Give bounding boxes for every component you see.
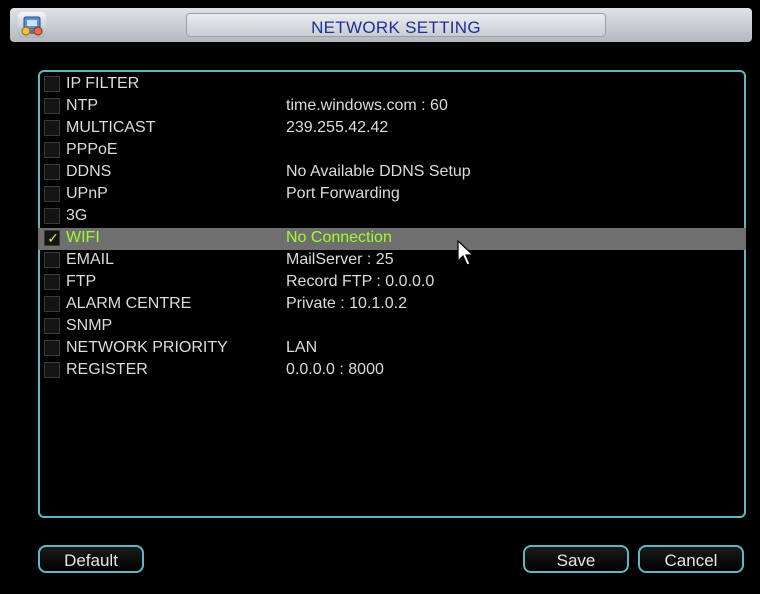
setting-name: NTP xyxy=(66,97,98,114)
setting-name: EMAIL xyxy=(66,251,115,268)
setting-checkbox[interactable] xyxy=(44,142,60,158)
setting-row[interactable]: NTP time.windows.com : 60 xyxy=(40,96,744,118)
title-bar: NETWORK SETTING xyxy=(10,8,752,42)
setting-checkbox[interactable] xyxy=(44,362,60,378)
setting-value: LAN xyxy=(286,339,318,356)
setting-name: MULTICAST xyxy=(66,119,156,136)
setting-row[interactable]: MULTICAST 239.255.42.42 xyxy=(40,118,744,140)
setting-row[interactable]: IP FILTER xyxy=(40,74,744,96)
setting-name: NETWORK PRIORITY xyxy=(66,339,228,356)
setting-value: Port Forwarding xyxy=(286,185,400,202)
settings-panel: IP FILTER NTP time.windows.com : 60 MULTICA… xyxy=(38,70,746,518)
checkmark-icon: ✓ xyxy=(47,230,59,246)
setting-row[interactable]: PPPoE xyxy=(40,140,744,162)
setting-value: 239.255.42.42 xyxy=(286,119,389,136)
setting-row[interactable]: FTP Record FTP : 0.0.0.0 xyxy=(40,272,744,294)
setting-value: Record FTP : 0.0.0.0 xyxy=(286,273,435,290)
title-plate: NETWORK SETTING xyxy=(186,13,606,37)
setting-row[interactable]: REGISTER 0.0.0.0 : 8000 xyxy=(40,360,744,382)
setting-name: PPPoE xyxy=(66,141,118,158)
setting-checkbox[interactable]: ✓ xyxy=(44,230,60,246)
setting-name: REGISTER xyxy=(66,361,148,378)
setting-row[interactable]: SNMP xyxy=(40,316,744,338)
setting-name: UPnP xyxy=(66,185,108,202)
setting-checkbox[interactable] xyxy=(44,340,60,356)
setting-checkbox[interactable] xyxy=(44,208,60,224)
setting-row[interactable]: UPnP Port Forwarding xyxy=(40,184,744,206)
setting-row[interactable]: 3G xyxy=(40,206,744,228)
setting-name: 3G xyxy=(66,207,88,224)
setting-name: IP FILTER xyxy=(66,75,140,92)
network-setting-window: NETWORK SETTING IP FILTER NTP time.windows… xyxy=(0,0,760,594)
setting-name: FTP xyxy=(66,273,97,290)
setting-row[interactable]: EMAIL MailServer : 25 xyxy=(40,250,744,272)
setting-row[interactable]: ALARM CENTRE Private : 10.1.0.2 xyxy=(40,294,744,316)
mouse-pointer-icon xyxy=(456,239,476,268)
setting-checkbox[interactable] xyxy=(44,120,60,136)
setting-value: MailServer : 25 xyxy=(286,251,394,268)
setting-name: SNMP xyxy=(66,317,113,334)
setting-checkbox[interactable] xyxy=(44,76,60,92)
save-button[interactable]: Save xyxy=(523,545,629,573)
setting-checkbox[interactable] xyxy=(44,274,60,290)
setting-checkbox[interactable] xyxy=(44,186,60,202)
setting-checkbox[interactable] xyxy=(44,252,60,268)
setting-checkbox[interactable] xyxy=(44,318,60,334)
settings-list: IP FILTER NTP time.windows.com : 60 MULTICA… xyxy=(38,74,746,382)
setting-checkbox[interactable] xyxy=(44,296,60,312)
setting-checkbox[interactable] xyxy=(44,164,60,180)
setting-checkbox[interactable] xyxy=(44,98,60,114)
network-settings-icon xyxy=(18,12,46,38)
setting-name: ALARM CENTRE xyxy=(66,295,192,312)
setting-value: No Connection xyxy=(286,229,392,246)
setting-name: WIFI xyxy=(66,229,100,246)
setting-value: 0.0.0.0 : 8000 xyxy=(286,361,384,378)
cancel-button[interactable]: Cancel xyxy=(638,545,744,573)
setting-name: DDNS xyxy=(66,163,112,180)
setting-row[interactable]: NETWORK PRIORITY LAN xyxy=(40,338,744,360)
window-title: NETWORK SETTING xyxy=(311,18,481,37)
setting-row[interactable]: DDNS No Available DDNS Setup xyxy=(40,162,744,184)
setting-value: Private : 10.1.0.2 xyxy=(286,295,407,312)
setting-value: time.windows.com : 60 xyxy=(286,97,448,114)
default-button[interactable]: Default xyxy=(38,545,144,573)
setting-value: No Available DDNS Setup xyxy=(286,163,471,180)
setting-row[interactable]: ✓ WIFI No Connection xyxy=(38,228,746,250)
